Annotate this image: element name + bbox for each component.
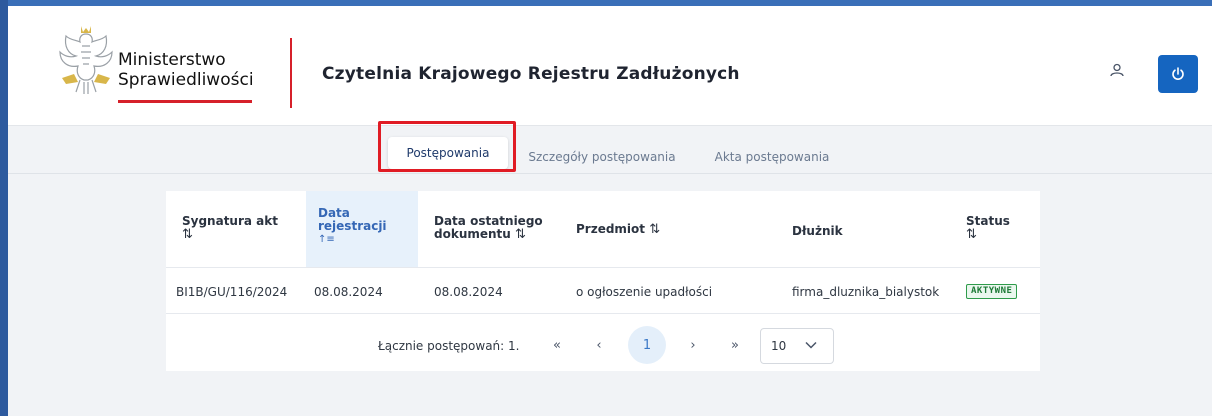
power-icon <box>1172 67 1184 80</box>
eagle-emblem-logo <box>59 26 113 94</box>
column-header-label: Sygnatura akt <box>182 214 278 228</box>
sort-icon: ⇅ <box>649 222 661 237</box>
sort-icon: ⇅ <box>515 227 526 242</box>
column-header-label-line2: dokumentu <box>434 227 511 241</box>
current-page-button[interactable]: 1 <box>628 326 666 364</box>
next-page-button[interactable]: › <box>674 326 712 364</box>
ministry-name-line1: Ministerstwo <box>118 50 226 70</box>
user-icon[interactable] <box>1108 62 1126 80</box>
status-badge: AKTYWNE <box>966 284 1018 299</box>
column-header-label: Dłużnik <box>792 224 843 238</box>
window-frame-left <box>0 0 8 416</box>
column-header-sygnatura[interactable]: Sygnatura akt ⇅ <box>182 214 278 242</box>
sort-icon: ⇅ <box>966 227 977 242</box>
column-header-data-rejestracji[interactable]: Data rejestracji ↑≡ <box>318 207 387 246</box>
column-header-label: Przedmiot <box>576 222 646 236</box>
column-header-data-ostatniego[interactable]: Data ostatniego dokumentu ⇅ <box>434 215 543 242</box>
column-header-przedmiot[interactable]: Przedmiot ⇅ <box>576 222 661 237</box>
ministry-underline <box>118 100 252 103</box>
total-count-label: Łącznie postępowań: 1. <box>378 339 520 353</box>
first-page-button[interactable]: « <box>538 326 576 364</box>
proceedings-table: Sygnatura akt ⇅ Data rejestracji ↑≡ Data… <box>166 191 1040 371</box>
header: Ministerstwo Sprawiedliwości Czytelnia K… <box>8 6 1212 126</box>
sort-icon: ⇅ <box>182 227 193 242</box>
column-header-dluznik: Dłużnik <box>792 225 843 238</box>
cell-dluznik: firma_dluznika_bialystok <box>792 285 940 299</box>
app-title: Czytelnia Krajowego Rejestru Zadłużonych <box>322 64 740 84</box>
red-highlight-box <box>378 121 516 172</box>
cell-data-ostatniego: 08.08.2024 <box>434 285 503 299</box>
tab-akta-postepowania[interactable]: Akta postępowania <box>702 142 842 172</box>
previous-page-button[interactable]: ‹ <box>580 326 618 364</box>
page-size-value: 10 <box>771 339 787 353</box>
row-divider <box>166 313 1040 314</box>
last-page-button[interactable]: » <box>716 326 754 364</box>
page-size-select[interactable]: 10 <box>760 328 834 364</box>
app-root: Ministerstwo Sprawiedliwości Czytelnia K… <box>8 6 1212 416</box>
column-header-label-line2: rejestracji <box>318 219 387 233</box>
cell-data-rejestracji: 08.08.2024 <box>314 285 383 299</box>
cell-przedmiot: o ogłoszenie upadłości <box>576 285 713 299</box>
header-divider <box>290 38 292 108</box>
tab-szczegoly-postepowania[interactable]: Szczegóły postępowania <box>518 142 686 172</box>
logout-button[interactable] <box>1158 55 1198 93</box>
ministry-name-line2: Sprawiedliwości <box>118 70 254 90</box>
cell-sygnatura: BI1B/GU/116/2024 <box>176 285 288 299</box>
chevron-down-icon <box>805 341 817 349</box>
column-header-status[interactable]: Status ⇅ <box>966 215 1010 242</box>
header-row-divider <box>166 267 1040 268</box>
ministry-name: Ministerstwo Sprawiedliwości <box>118 50 254 90</box>
sort-ascending-icon: ↑≡ <box>318 234 335 245</box>
